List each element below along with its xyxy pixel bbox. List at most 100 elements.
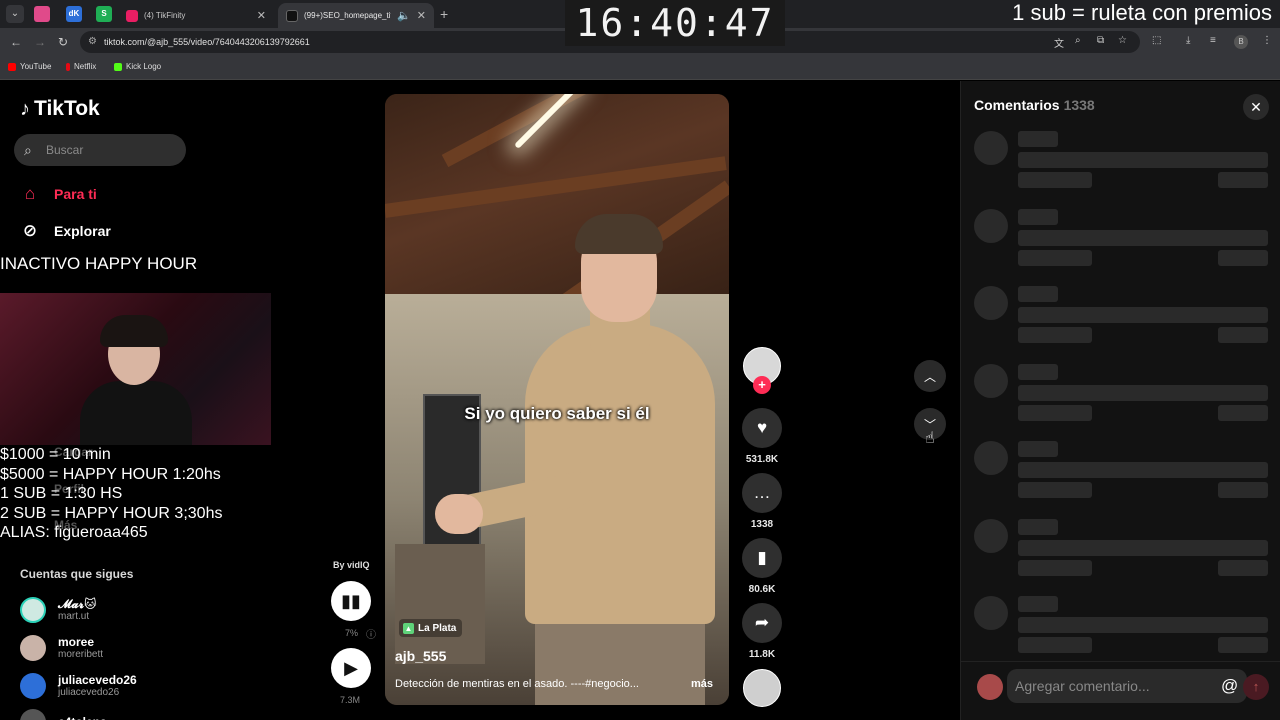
info-icon[interactable]: ⓘ bbox=[366, 626, 376, 641]
skeleton-line bbox=[1218, 559, 1268, 576]
save-button[interactable]: ▮ bbox=[742, 538, 782, 578]
bookmark-kick[interactable]: Kick Logo bbox=[114, 62, 161, 71]
forward-icon[interactable]: → bbox=[34, 35, 46, 49]
video-person-body bbox=[525, 324, 715, 624]
webcam-hair bbox=[100, 315, 168, 347]
site-info-icon[interactable]: ⚙ bbox=[88, 31, 97, 53]
tab-tiktok[interactable]: (99+)SEO_homepage_title 🔈 ✕ bbox=[278, 3, 434, 28]
stream-clock-overlay: 16:40:47 bbox=[565, 0, 785, 46]
avatar bbox=[20, 635, 46, 661]
nav-for-you[interactable]: ⌂ Para ti bbox=[20, 184, 97, 204]
vidiq-label: By vidIQ bbox=[333, 560, 370, 570]
video-username[interactable]: ajb_555 bbox=[395, 648, 446, 664]
skeleton-line bbox=[1218, 637, 1268, 653]
bookmark-star-icon[interactable]: ☆ bbox=[1118, 35, 1127, 46]
comment-placeholder: Agregar comentario... bbox=[1015, 678, 1150, 694]
overlay-line: $1000 = 10 min bbox=[0, 446, 111, 463]
like-button[interactable]: ♥ bbox=[742, 408, 782, 448]
following-item[interactable]: moree moreribett bbox=[20, 635, 103, 661]
download-icon[interactable]: ⤓ bbox=[1186, 35, 1190, 46]
search-placeholder: Buscar bbox=[46, 143, 84, 157]
profile-avatar[interactable]: B bbox=[1234, 35, 1248, 49]
zoom-icon[interactable]: ⌕ bbox=[1075, 35, 1081, 46]
happy-hour-status-overlay: INACTIVO HAPPY HOUR bbox=[0, 254, 198, 273]
mention-button[interactable]: @ bbox=[1221, 669, 1238, 703]
comment-composer: Agregar comentario... @ ☺ ↑ bbox=[961, 661, 1280, 720]
reload-icon[interactable]: ↻ bbox=[58, 35, 68, 49]
skeleton-line bbox=[1218, 172, 1268, 188]
skeleton-avatar bbox=[974, 363, 1008, 398]
new-tab-button[interactable]: + bbox=[440, 6, 448, 22]
bookmark-youtube[interactable]: YouTube bbox=[8, 62, 51, 71]
kick-icon bbox=[114, 62, 122, 71]
share-arrow-icon: ➦ bbox=[754, 613, 770, 632]
following-name: c4tolena bbox=[58, 715, 107, 720]
pinned-tab-3[interactable]: S bbox=[96, 6, 112, 22]
tab-tikfinity[interactable]: (4) TikFinity ✕ bbox=[118, 3, 274, 28]
skeleton-avatar bbox=[974, 596, 1008, 630]
bookmark-netflix[interactable]: Netflix bbox=[66, 62, 96, 71]
share-count: 11.8K bbox=[748, 649, 776, 660]
tiktok-note-icon: ♪ bbox=[20, 97, 30, 120]
overlay-line: $5000 = HAPPY HOUR 1:20hs bbox=[0, 465, 221, 483]
video-person-hand bbox=[435, 494, 483, 534]
comments-count: 1338 bbox=[1063, 97, 1095, 113]
mute-tab-icon[interactable]: 🔈 bbox=[397, 9, 411, 22]
tab-search-button[interactable]: ⌄ bbox=[6, 5, 24, 23]
tikfinity-favicon bbox=[126, 9, 138, 22]
follow-plus-button[interactable]: + bbox=[753, 376, 771, 394]
previous-video-button[interactable]: ︿ bbox=[914, 360, 946, 392]
following-item[interactable]: 𝓜𝓪𝓻🐱 mart.ut bbox=[20, 597, 96, 623]
extensions-icon[interactable]: ⬚ bbox=[1152, 35, 1161, 46]
following-item[interactable]: juliacevedo26 juliacevedo26 bbox=[20, 673, 137, 699]
tiktok-favicon bbox=[286, 9, 298, 22]
nav-label: Para ti bbox=[54, 186, 97, 202]
close-tab-icon[interactable]: ✕ bbox=[417, 9, 426, 22]
skeleton-line bbox=[1018, 229, 1268, 246]
search-input[interactable]: ⌕ Buscar bbox=[14, 134, 186, 166]
share-button[interactable]: ➦ bbox=[742, 603, 782, 643]
following-handle: moreribett bbox=[58, 649, 104, 660]
pinned-tab-1[interactable] bbox=[34, 6, 50, 22]
bookmark-icon: ▮ bbox=[757, 548, 767, 567]
skeleton-line bbox=[1218, 327, 1268, 343]
video-player[interactable]: Si yo quiero saber si él ▲ La Plata ajb_… bbox=[385, 94, 729, 705]
pinned-tab-2[interactable]: dK bbox=[66, 6, 82, 22]
close-comments-button[interactable]: ✕ bbox=[1243, 94, 1269, 120]
comment-input[interactable]: Agregar comentario... @ ☺ bbox=[1007, 669, 1262, 703]
skeleton-avatar bbox=[974, 131, 1008, 165]
vidiq-views: 7.3M bbox=[340, 695, 361, 705]
video-shelf bbox=[395, 544, 485, 664]
skeleton-line bbox=[1018, 131, 1058, 147]
mouse-cursor-icon: ☝ bbox=[925, 430, 935, 447]
play-button[interactable]: ▶ bbox=[331, 648, 371, 688]
back-icon[interactable]: ← bbox=[10, 35, 22, 49]
location-tag[interactable]: ▲ La Plata bbox=[399, 619, 463, 637]
search-icon: ⌕ bbox=[24, 142, 32, 158]
bar-chart-icon: ▮▮ bbox=[341, 590, 361, 611]
sound-disc-avatar[interactable] bbox=[743, 669, 781, 707]
comment-button[interactable]: … bbox=[742, 473, 782, 513]
netflix-icon bbox=[66, 62, 70, 71]
skeleton-line bbox=[1018, 539, 1268, 556]
nav-explore[interactable]: ⊘ Explorar bbox=[20, 221, 111, 241]
skeleton-avatar bbox=[974, 518, 1008, 553]
menu-kebab-icon[interactable]: ⋮ bbox=[1262, 35, 1272, 46]
more-button[interactable]: más bbox=[691, 678, 713, 690]
skeleton-line bbox=[1018, 596, 1058, 612]
close-tab-icon[interactable]: ✕ bbox=[257, 9, 266, 22]
media-icon[interactable]: ≡ bbox=[1210, 35, 1216, 46]
install-icon[interactable]: ⧉ bbox=[1097, 35, 1104, 46]
skeleton-line bbox=[1018, 249, 1092, 266]
skeleton-line bbox=[1018, 462, 1268, 478]
translate-icon[interactable]: 文 bbox=[1054, 35, 1064, 50]
skeleton-line bbox=[1018, 482, 1092, 498]
skeleton-line bbox=[1218, 404, 1268, 421]
arrow-up-icon: ↑ bbox=[1252, 679, 1260, 694]
send-comment-button[interactable]: ↑ bbox=[1243, 674, 1269, 700]
following-item[interactable]: c4tolena bbox=[20, 709, 107, 720]
vidiq-stats-button[interactable]: ▮▮ bbox=[331, 581, 371, 621]
tiktok-logo[interactable]: ♪ TikTok bbox=[20, 97, 100, 121]
save-count: 80.6K bbox=[748, 584, 776, 595]
comments-title: Comentarios bbox=[974, 97, 1060, 113]
